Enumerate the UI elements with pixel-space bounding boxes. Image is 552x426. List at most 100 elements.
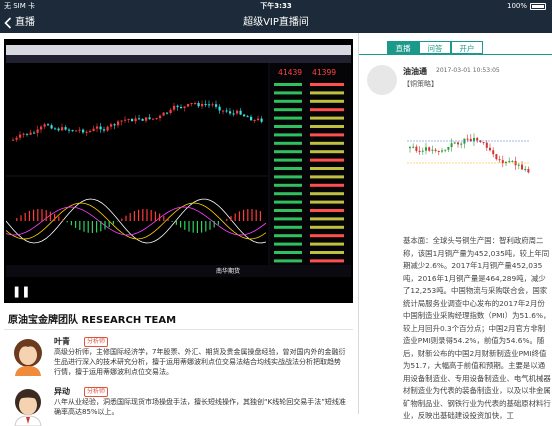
histogram-bar xyxy=(146,209,147,221)
candle-body xyxy=(205,104,207,105)
tab-live[interactable]: 直播 xyxy=(387,41,419,54)
quote-row xyxy=(274,201,302,204)
histogram-bar xyxy=(130,213,131,221)
candle-body xyxy=(177,106,179,107)
quote-price: 41399 xyxy=(312,68,336,77)
thumb-candle-body xyxy=(428,147,430,150)
histogram-bar xyxy=(29,211,30,221)
candle-body xyxy=(135,118,137,121)
candle-body xyxy=(219,107,221,111)
candle-body xyxy=(131,119,133,121)
candle-body xyxy=(184,107,186,108)
histogram-bar xyxy=(58,216,59,221)
thumb-candle-body xyxy=(454,142,456,143)
histogram-bar xyxy=(247,209,248,221)
avatar xyxy=(10,386,46,426)
candle-body xyxy=(75,130,77,131)
candle-body xyxy=(51,125,53,128)
quote-row xyxy=(274,175,302,178)
candle-body xyxy=(222,111,224,112)
quote-row xyxy=(310,167,344,170)
quote-row xyxy=(310,108,344,111)
thumb-candle-body xyxy=(524,169,526,170)
histogram-bar xyxy=(121,218,122,221)
video-player[interactable]: 4143941399南华期货 ❚❚ xyxy=(4,39,353,303)
candle-body xyxy=(201,104,203,106)
video-toolbar xyxy=(6,45,351,55)
histogram-bar xyxy=(134,211,135,221)
histogram-bar xyxy=(256,210,257,221)
quote-row xyxy=(274,209,302,212)
histogram-bar xyxy=(230,216,231,221)
quote-row xyxy=(310,83,344,86)
candle-body xyxy=(100,127,102,130)
histogram-bar xyxy=(260,211,261,221)
thumb-candle-body xyxy=(483,142,485,143)
candle-body xyxy=(54,128,56,129)
quote-row xyxy=(274,159,302,162)
candle-body xyxy=(187,104,189,107)
back-button[interactable]: 直播 xyxy=(4,12,35,33)
post-time: 2017-03-01 10:53:05 xyxy=(436,67,500,74)
thumb-candle-body xyxy=(486,143,488,148)
histogram-bar xyxy=(96,221,97,233)
candle-body xyxy=(124,120,126,121)
thumb-candle-body xyxy=(502,160,504,163)
quote-row xyxy=(274,184,302,187)
pause-icon[interactable]: ❚❚ xyxy=(12,285,26,298)
quote-row xyxy=(310,192,344,195)
member-name: 异动 xyxy=(54,386,70,397)
candle-body xyxy=(33,133,35,134)
quote-row xyxy=(310,91,344,94)
histogram-bar xyxy=(222,221,223,222)
candle-body xyxy=(156,118,158,119)
thumb-candle-body xyxy=(489,148,491,150)
quote-row xyxy=(274,150,302,153)
tab-qa[interactable]: 问答 xyxy=(419,41,451,54)
histogram-bar xyxy=(172,221,173,222)
histogram-bar xyxy=(88,221,89,233)
quote-row xyxy=(310,133,344,136)
quote-row xyxy=(310,251,344,254)
histogram-bar xyxy=(33,210,34,221)
battery-icon xyxy=(530,3,546,10)
histogram-bar xyxy=(138,210,139,221)
post-avatar xyxy=(367,65,397,95)
candle-body xyxy=(58,129,60,131)
quote-row xyxy=(310,243,344,246)
battery-percent: 100% xyxy=(507,0,527,12)
post-user: 油油通 xyxy=(403,66,427,77)
candle-body xyxy=(208,104,210,105)
histogram-bar xyxy=(83,221,84,232)
quote-row xyxy=(310,209,344,212)
histogram-bar xyxy=(92,221,93,233)
histogram-bar xyxy=(54,214,55,221)
quote-row xyxy=(274,100,302,103)
candle-body xyxy=(152,119,154,120)
thumb-candle-body xyxy=(460,144,462,145)
avatar xyxy=(10,336,46,376)
tab-open-account[interactable]: 开户 xyxy=(451,41,483,54)
quote-row xyxy=(274,142,302,145)
tab-bar: 直播 问答 开户 xyxy=(359,33,552,55)
quote-row xyxy=(310,150,344,153)
histogram-bar xyxy=(71,221,72,225)
thumb-candle-body xyxy=(499,159,501,160)
thumb-candle-body xyxy=(422,151,424,152)
quote-row xyxy=(310,125,344,128)
status-bar: 无 SIM 卡 下午3:33 100% xyxy=(0,0,552,12)
candle-body xyxy=(166,113,168,114)
post-chart-image[interactable] xyxy=(403,93,533,223)
histogram-bar xyxy=(16,218,17,221)
candle-body xyxy=(23,134,25,135)
histogram-bar xyxy=(41,209,42,221)
histogram-bar xyxy=(75,221,76,228)
histogram-bar xyxy=(109,221,110,227)
quote-row xyxy=(274,259,302,262)
quote-row xyxy=(310,117,344,120)
thumb-candle-body xyxy=(419,151,421,152)
histogram-bar xyxy=(214,221,215,227)
left-panel: 4143941399南华期货 ❚❚ 原油宝金牌团队 RESEARCH TEAM … xyxy=(0,33,358,414)
video-controls: ❚❚ xyxy=(4,279,353,303)
candle-body xyxy=(194,103,196,104)
